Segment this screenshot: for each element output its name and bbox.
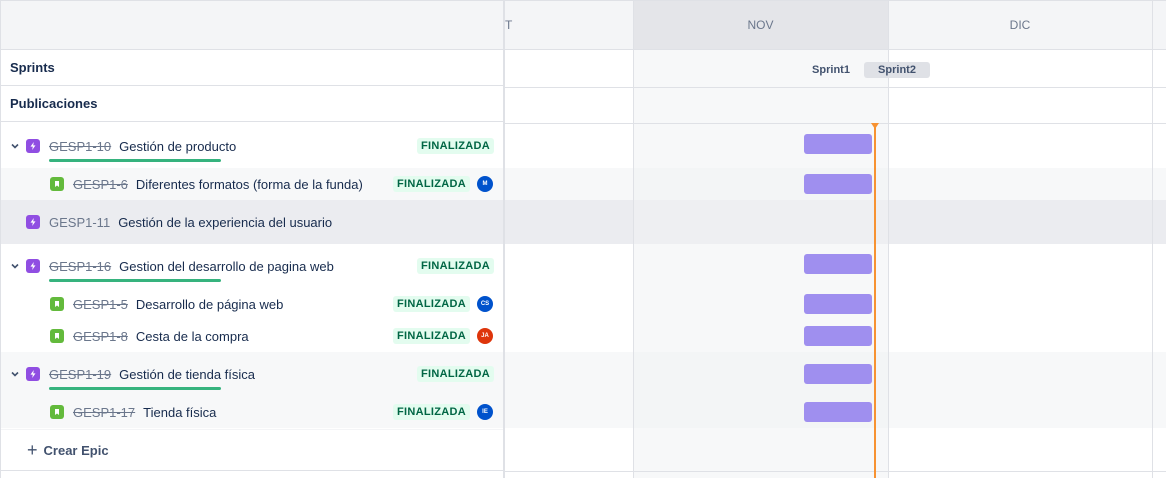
status-badge: FINALIZADA <box>393 404 470 420</box>
issue-summary[interactable]: Gestión de la experiencia del usuario <box>118 215 332 230</box>
issue-summary[interactable]: Tienda física <box>143 405 216 420</box>
epic-progress-bar <box>49 279 221 282</box>
epic-row[interactable]: GESP1-11 Gestión de la experiencia del u… <box>1 200 503 244</box>
month-header: T <box>505 1 633 50</box>
story-icon <box>50 329 64 343</box>
sprint-1[interactable]: Sprint1 <box>805 62 857 78</box>
list-header <box>1 1 503 50</box>
issue-key[interactable]: GESP1-6 <box>73 177 128 192</box>
avatar[interactable]: JA <box>477 328 493 344</box>
status-badge: FINALIZADA <box>393 176 470 192</box>
avatar[interactable]: M <box>477 176 493 192</box>
chevron-down-icon[interactable] <box>10 141 20 151</box>
story-icon <box>50 297 64 311</box>
issue-key[interactable]: GESP1-19 <box>49 367 111 382</box>
epic-row[interactable]: GESP1-16 Gestion del desarrollo de pagin… <box>1 244 503 288</box>
child-issue-row[interactable]: GESP1-5 Desarrollo de página web FINALIZ… <box>1 288 503 320</box>
epic-progress-bar <box>49 387 221 390</box>
status-badge: FINALIZADA <box>417 366 494 382</box>
epic-icon <box>26 215 40 229</box>
issue-key[interactable]: GESP1-10 <box>49 139 111 154</box>
issue-list-pane: Sprints Publicaciones GESP1-10 Gestión d… <box>1 1 505 478</box>
issue-timeline-bar[interactable] <box>804 326 872 346</box>
today-marker-line <box>874 123 876 478</box>
chevron-down-icon[interactable] <box>10 261 20 271</box>
create-epic-button[interactable]: + Crear Epic <box>1 429 503 471</box>
avatar[interactable]: IE <box>477 404 493 420</box>
epic-row[interactable]: GESP1-19 Gestión de tienda física FINALI… <box>1 352 503 396</box>
today-marker-icon <box>871 123 879 129</box>
timeline-pane: T NOV DIC Sprint1 Sprint2 <box>505 1 1166 478</box>
issue-summary[interactable]: Diferentes formatos (forma de la funda) <box>136 177 363 192</box>
epic-icon <box>26 259 40 273</box>
issue-key[interactable]: GESP1-11 <box>49 215 110 230</box>
issue-key[interactable]: GESP1-16 <box>49 259 111 274</box>
issue-timeline-bar[interactable] <box>804 402 872 422</box>
sprint-2[interactable]: Sprint2 <box>864 62 930 78</box>
issue-summary[interactable]: Gestión de tienda física <box>119 367 255 382</box>
issue-summary[interactable]: Desarrollo de página web <box>136 297 283 312</box>
issue-key[interactable]: GESP1-8 <box>73 329 128 344</box>
avatar[interactable]: CS <box>477 296 493 312</box>
status-badge: FINALIZADA <box>417 258 494 274</box>
story-icon <box>50 177 64 191</box>
child-issue-row[interactable]: GESP1-17 Tienda física FINALIZADA IE <box>1 396 503 428</box>
child-issue-row[interactable]: GESP1-6 Diferentes formatos (forma de la… <box>1 168 503 200</box>
issue-summary[interactable]: Gestión de producto <box>119 139 236 154</box>
issue-key[interactable]: GESP1-17 <box>73 405 135 420</box>
chevron-down-icon[interactable] <box>10 369 20 379</box>
issue-summary[interactable]: Gestion del desarrollo de pagina web <box>119 259 334 274</box>
epic-timeline-bar[interactable] <box>804 134 872 154</box>
status-badge: FINALIZADA <box>417 138 494 154</box>
month-header-nov: NOV <box>633 1 888 50</box>
issue-key[interactable]: GESP1-5 <box>73 297 128 312</box>
epic-row[interactable]: GESP1-10 Gestión de producto FINALIZADA <box>1 124 503 168</box>
plus-icon: + <box>27 439 38 460</box>
issue-timeline-bar[interactable] <box>804 174 872 194</box>
issue-timeline-bar[interactable] <box>804 294 872 314</box>
status-badge: FINALIZADA <box>393 296 470 312</box>
epic-timeline-bar[interactable] <box>804 364 872 384</box>
epic-progress-bar <box>49 159 221 162</box>
roadmap-view: Sprints Publicaciones GESP1-10 Gestión d… <box>0 0 1166 478</box>
epic-timeline-bar[interactable] <box>804 254 872 274</box>
releases-row-label: Publicaciones <box>1 86 503 122</box>
epic-icon <box>26 367 40 381</box>
status-badge: FINALIZADA <box>393 328 470 344</box>
story-icon <box>50 405 64 419</box>
create-epic-label: Crear Epic <box>43 442 109 458</box>
issue-summary[interactable]: Cesta de la compra <box>136 329 249 344</box>
child-issue-row[interactable]: GESP1-8 Cesta de la compra FINALIZADA JA <box>1 320 503 352</box>
sprints-row-label: Sprints <box>1 50 503 86</box>
epic-icon <box>26 139 40 153</box>
month-header-dic: DIC <box>888 1 1152 50</box>
